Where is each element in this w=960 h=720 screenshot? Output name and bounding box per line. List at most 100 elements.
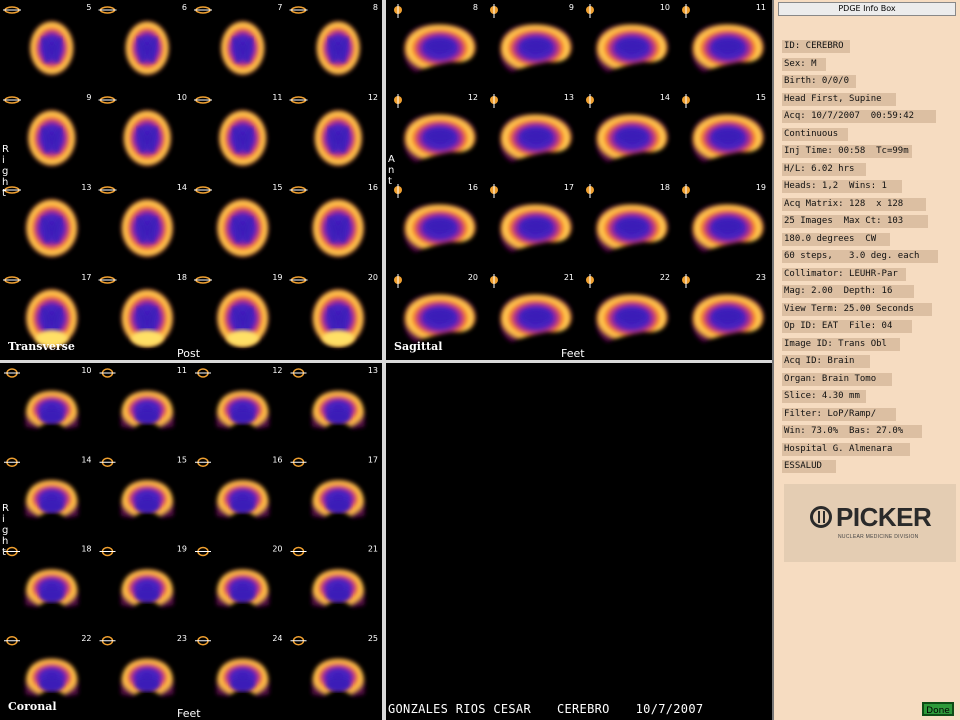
empty-viewport[interactable] [386, 363, 770, 720]
orientation-icon [682, 94, 690, 108]
slice-number: 14 [660, 93, 670, 102]
coronal-viewport[interactable]: 10 11 12 13 14 15 16 17 18 19 20 21 22 23 24 25 Coronal… [0, 363, 382, 720]
orientation-icon [98, 276, 117, 284]
brain-slice[interactable]: 17 [490, 183, 574, 252]
study-date: 10/7/2007 [635, 702, 704, 716]
brain-slice[interactable]: 10 [98, 93, 188, 166]
info-line: Sex: M [782, 57, 826, 71]
brain-slice[interactable]: 14 [4, 455, 92, 518]
brain-slice[interactable]: 25 [290, 634, 379, 697]
brain-slice[interactable]: 13 [3, 183, 92, 257]
brain-slice[interactable]: 19 [682, 183, 766, 252]
brain-slice[interactable]: 9 [490, 3, 574, 72]
info-line: ID: CEREBRO [782, 40, 850, 53]
brain-slice[interactable]: 19 [194, 273, 283, 347]
patient-bar: GONZALES RIOS CESAR CEREBRO 10/7/2007 [388, 702, 729, 716]
info-line: Collimator: LEUHR-Par [782, 267, 906, 281]
info-box-title[interactable]: PDGE Info Box [778, 2, 956, 16]
brain-slice[interactable]: 15 [99, 455, 188, 518]
slice-number: 12 [272, 366, 282, 375]
sagittal-bottom-direction: Feet [561, 347, 585, 360]
brain-slice[interactable]: 18 [586, 183, 670, 252]
brain-slice[interactable]: 23 [99, 634, 188, 697]
orientation-icon [195, 636, 211, 646]
slice-number: 13 [564, 93, 574, 102]
brain-slice[interactable]: 6 [98, 3, 188, 75]
picker-logo-subtitle: NUCLEAR MEDICINE DIVISION [838, 534, 919, 540]
brain-slice[interactable]: 21 [290, 545, 379, 608]
info-line: Continuous [782, 127, 848, 141]
brain-slice[interactable]: 23 [682, 273, 766, 342]
slice-number: 17 [81, 273, 91, 282]
brain-slice[interactable]: 18 [4, 545, 92, 608]
slice-number: 22 [660, 273, 670, 282]
brain-slice[interactable]: 10 [4, 366, 92, 429]
brain-slice[interactable]: 13 [290, 366, 379, 429]
coronal-bottom-direction: Feet [177, 707, 201, 720]
brain-slice[interactable]: 22 [586, 273, 670, 342]
orientation-icon [394, 274, 402, 288]
sagittal-viewport[interactable]: 8 9 10 11 12 13 14 15 16 17 18 19 20 21 22 23 Sagittal … [386, 0, 770, 360]
brain-slice[interactable]: 12 [394, 93, 478, 162]
slice-number: 10 [660, 3, 670, 12]
info-line: View Term: 25.00 Seconds [782, 302, 932, 316]
brain-slice[interactable]: 8 [394, 3, 478, 72]
orientation-icon [195, 457, 211, 467]
brain-slice[interactable]: 15 [194, 183, 283, 257]
brain-slice[interactable]: 11 [682, 3, 766, 72]
brain-slice[interactable]: 15 [682, 93, 766, 162]
orientation-icon [290, 368, 307, 378]
brain-slice[interactable]: 22 [4, 634, 92, 697]
brain-slice[interactable]: 10 [586, 3, 670, 72]
slice-number: 16 [468, 183, 478, 192]
coronal-label: Coronal [8, 700, 57, 713]
orientation-icon [290, 636, 307, 646]
info-line: Acq Matrix: 128 x 128 [782, 197, 926, 211]
brain-slice[interactable]: 14 [586, 93, 670, 162]
orientation-icon [394, 4, 402, 18]
brain-slice[interactable]: 21 [490, 273, 574, 342]
brain-slice[interactable]: 16 [195, 455, 283, 518]
coronal-side-label: Right [2, 503, 9, 558]
brain-slice[interactable]: 9 [3, 93, 92, 166]
brain-slice[interactable]: 11 [99, 366, 188, 429]
done-button[interactable]: Done [922, 702, 954, 716]
brain-slice[interactable]: 17 [290, 455, 379, 518]
brain-slice[interactable]: 14 [98, 183, 188, 257]
slice-number: 14 [81, 455, 91, 464]
brain-slice[interactable]: 11 [194, 93, 283, 166]
info-line: Organ: Brain Tomo [782, 372, 892, 386]
brain-slice[interactable]: 12 [289, 93, 379, 166]
brain-slice[interactable]: 20 [289, 273, 379, 347]
slice-number: 23 [177, 634, 187, 643]
slice-number: 20 [272, 545, 282, 554]
transverse-viewport[interactable]: 5 6 7 8 9 10 11 12 13 14 15 16 17 18 19 20 Transverse P… [0, 0, 382, 360]
sagittal-side-label: Ant [388, 154, 395, 187]
slice-number: 10 [81, 366, 91, 375]
brain-slice[interactable]: 16 [289, 183, 379, 257]
brain-slice[interactable]: 7 [194, 3, 283, 75]
brain-slice[interactable]: 20 [195, 545, 283, 608]
brain-slice[interactable]: 17 [3, 273, 92, 347]
brain-slice[interactable]: 18 [98, 273, 188, 347]
brain-slice[interactable]: 5 [3, 3, 92, 75]
slice-number: 18 [660, 183, 670, 192]
brain-slice[interactable]: 19 [99, 545, 188, 608]
brain-slice[interactable]: 24 [195, 634, 283, 697]
brain-slice[interactable]: 20 [394, 273, 478, 342]
slice-number: 19 [272, 273, 282, 282]
slice-number: 11 [272, 93, 282, 102]
orientation-icon [586, 4, 594, 18]
brain-slice[interactable]: 13 [490, 93, 574, 162]
brain-slice[interactable]: 12 [195, 366, 283, 429]
info-box-panel: PDGE Info Box ID: CEREBRO Sex: M Birth: 0/… [772, 0, 960, 720]
orientation-icon [3, 276, 21, 284]
patient-name: GONZALES RIOS CESAR [388, 702, 531, 716]
slice-number: 16 [272, 455, 282, 464]
slice-number: 14 [177, 183, 187, 192]
brain-slice[interactable]: 8 [289, 3, 379, 75]
picker-logo-text: PICKER [836, 502, 932, 532]
brain-slice[interactable]: 16 [394, 183, 478, 252]
info-line: Birth: 0/0/0 [782, 75, 856, 88]
orientation-icon [289, 186, 308, 194]
